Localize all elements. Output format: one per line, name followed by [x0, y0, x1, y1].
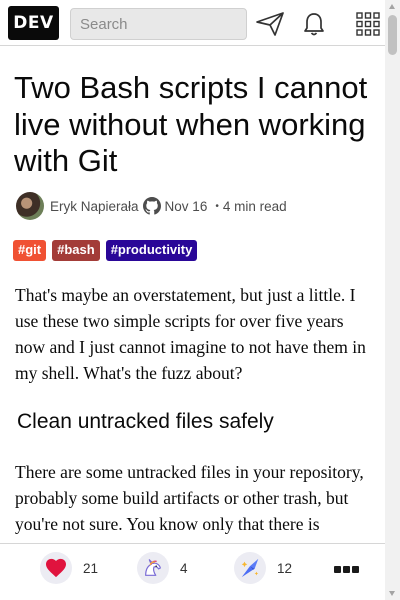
tag-productivity[interactable]: #productivity [105, 240, 198, 261]
scroll-up-arrow[interactable] [389, 4, 395, 9]
bell-icon[interactable] [299, 10, 329, 38]
reaction-bar: 21 4 12 [0, 543, 385, 600]
read-time: 4 min read [222, 198, 287, 214]
search-input[interactable] [70, 8, 247, 40]
intro-paragraph: That's maybe an overstatement, but just … [15, 285, 366, 383]
body-paragraph: There are some untracked files in your r… [15, 462, 364, 534]
publish-date: Nov 16 [164, 198, 208, 214]
article-title: Two Bash scripts I cannot live without w… [14, 70, 368, 178]
scroll-down-arrow[interactable] [389, 591, 395, 596]
article-meta: Eryk Napierała Nov 16 • 4 min read [16, 192, 287, 220]
heart-reaction-button[interactable]: 21 [40, 552, 98, 584]
tag-git[interactable]: #git [13, 240, 47, 261]
dev-logo[interactable]: DEV [8, 6, 59, 40]
send-icon[interactable] [255, 10, 285, 38]
meta-separator: • [215, 200, 219, 212]
author-avatar[interactable] [16, 192, 44, 220]
scrollbar-thumb[interactable] [388, 15, 397, 55]
article-content: Two Bash scripts I cannot live without w… [0, 46, 385, 543]
more-options-icon[interactable] [334, 566, 359, 573]
unicorn-count: 4 [180, 560, 188, 576]
bookmark-count: 12 [277, 560, 293, 576]
unicorn-icon[interactable] [137, 552, 169, 584]
github-icon[interactable] [142, 197, 161, 215]
heart-count: 21 [83, 560, 99, 576]
bookmark-reaction-button[interactable]: 12 [234, 552, 292, 584]
page-scrollbar[interactable] [385, 0, 400, 600]
grid-menu-icon[interactable] [353, 10, 383, 38]
bookmark-icon[interactable] [234, 552, 266, 584]
unicorn-reaction-button[interactable]: 4 [137, 552, 188, 584]
heart-icon[interactable] [40, 552, 72, 584]
section-heading: Clean untracked files safely [17, 410, 274, 433]
tag-bash[interactable]: #bash [52, 240, 100, 261]
author-name[interactable]: Eryk Napierała [50, 199, 139, 214]
tag-list: #git #bash #productivity [13, 240, 198, 261]
top-navigation-bar: DEV [0, 0, 385, 46]
